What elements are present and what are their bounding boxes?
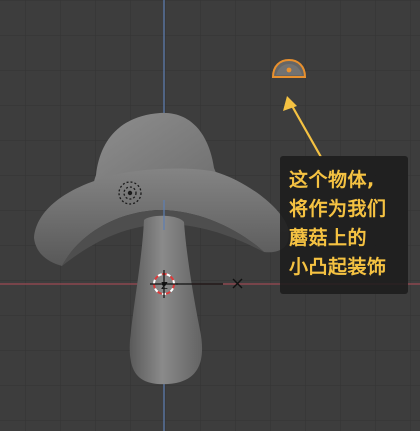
annotation-callout: 这个物体, 将作为我们 蘑菇上的 小凸起装饰 [280,156,408,294]
annotation-line-2: 将作为我们 [289,198,387,220]
annotation-line-4: 小凸起装饰 [289,256,387,278]
bump-origin-dot [286,67,292,73]
3d-viewport[interactable]: Z 这个物体, 将作为我们 蘑菇上的 小凸起装饰 [0,0,420,431]
gizmo-axis-label: Z [161,281,168,292]
annotation-line-1: 这个物体, [289,169,375,191]
annotation-line-3: 蘑菇上的 [289,227,368,249]
